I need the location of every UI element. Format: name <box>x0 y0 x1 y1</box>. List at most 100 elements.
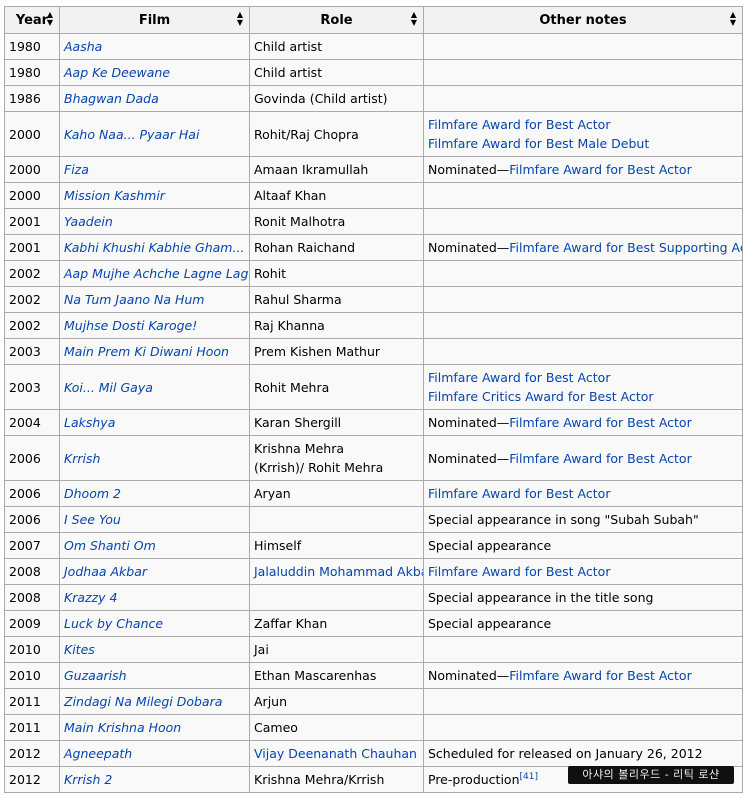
year-cell: 2012 <box>4 766 60 793</box>
notes-cell: Filmfare Award for Best Actor Filmfare Cr… <box>423 364 743 410</box>
film-link[interactable]: Na Tum Jaano Na Hum <box>64 292 204 307</box>
film-cell: I See You <box>59 506 250 533</box>
sort-icon[interactable]: ▲ ▼ <box>411 11 417 27</box>
note-link[interactable]: Filmfare Award for Best Actor <box>428 368 738 387</box>
sort-icon[interactable]: ▲ ▼ <box>47 11 53 27</box>
role-cell: Govinda (Child artist) <box>249 85 424 112</box>
table-row: 2003 Main Prem Ki Diwani Hoon Prem Kishen … <box>4 338 743 365</box>
film-link[interactable]: Kites <box>64 642 95 657</box>
role-cell: Zaffar Khan <box>249 610 424 637</box>
note-link[interactable]: Filmfare Award for Best Actor <box>509 415 691 430</box>
notes-cell <box>423 85 743 112</box>
film-link[interactable]: Yaadein <box>64 214 113 229</box>
note-link[interactable]: Filmfare Award for Best Actor <box>428 484 738 503</box>
note-link[interactable]: Filmfare Award for Best Actor <box>509 162 691 177</box>
sort-icon[interactable]: ▲ ▼ <box>730 11 736 27</box>
role-cell <box>249 506 424 533</box>
film-link[interactable]: Bhagwan Dada <box>64 91 159 106</box>
notes-cell: Special appearance <box>423 532 743 559</box>
film-link[interactable]: Agneepath <box>64 746 132 761</box>
film-link[interactable]: Om Shanti Om <box>64 538 156 553</box>
film-link[interactable]: Aasha <box>64 39 102 54</box>
role-cell: Jai <box>249 636 424 663</box>
film-cell: Koi... Mil Gaya <box>59 364 250 410</box>
note-link[interactable]: [41] <box>520 772 538 782</box>
film-link[interactable]: Krrish 2 <box>64 772 112 787</box>
table-row: 2008 Krazzy 4 Special appearance in the ti… <box>4 584 743 611</box>
film-link[interactable]: Kabhi Khushi Kabhie Gham... <box>64 240 244 255</box>
note-link[interactable]: Filmfare Critics Award for Best Actor <box>428 387 738 406</box>
film-link[interactable]: Fiza <box>64 162 89 177</box>
note-text: Special appearance <box>428 538 552 553</box>
filmography-table: Year ▲ ▼ Film ▲ ▼ Role ▲ ▼ Other notes ▲ ▼ 1980 A… <box>4 6 743 793</box>
role-text: Child artist <box>254 39 323 54</box>
year-cell: 2002 <box>4 312 60 339</box>
role-cell: Rahul Sharma <box>249 286 424 313</box>
film-link[interactable]: Krazzy 4 <box>64 590 117 605</box>
film-cell: Aasha <box>59 33 250 60</box>
table-row: 1986 Bhagwan Dada Govinda (Child artist) <box>4 85 743 112</box>
table-row: 2003 Koi... Mil Gaya Rohit Mehra Filmfare A… <box>4 364 743 410</box>
film-cell: Kites <box>59 636 250 663</box>
film-link[interactable]: I See You <box>64 512 121 527</box>
role-text: Krishna Mehra (Krrish)/ Rohit Mehra <box>254 441 384 475</box>
role-text: Amaan Ikramullah <box>254 162 369 177</box>
film-link[interactable]: Aap Mujhe Achche Lagne Lage <box>64 266 249 281</box>
film-link[interactable]: Dhoom 2 <box>64 486 121 501</box>
film-link[interactable]: Zindagi Na Milegi Dobara <box>64 694 222 709</box>
table-body: 1980 Aasha Child artist 1980 Aap Ke Deewane C… <box>4 33 743 793</box>
note-text: Special appearance in song "Subah Subah" <box>428 512 699 527</box>
notes-cell <box>423 33 743 60</box>
note-text: Nominated— <box>428 240 510 255</box>
note-link[interactable]: Filmfare Award for Best Actor <box>509 451 691 466</box>
role-link[interactable]: Jalaluddin Mohammad Akbar <box>254 564 423 579</box>
column-header-year[interactable]: Year ▲ ▼ <box>4 6 60 34</box>
note-link[interactable]: Filmfare Award for Best Actor <box>428 562 738 581</box>
table-row: 2002 Mujhse Dosti Karoge! Raj Khanna <box>4 312 743 339</box>
film-link[interactable]: Mujhse Dosti Karoge! <box>64 318 197 333</box>
film-link[interactable]: Luck by Chance <box>64 616 163 631</box>
year-cell: 2008 <box>4 584 60 611</box>
note-link[interactable]: Filmfare Award for Best Actor <box>509 668 691 683</box>
film-cell: Yaadein <box>59 208 250 235</box>
year-cell: 2006 <box>4 506 60 533</box>
column-header-film[interactable]: Film ▲ ▼ <box>59 6 250 34</box>
role-cell[interactable]: Jalaluddin Mohammad Akbar <box>249 558 424 585</box>
film-link[interactable]: Mission Kashmir <box>64 188 165 203</box>
film-link[interactable]: Aap Ke Deewane <box>64 65 170 80</box>
role-cell: Amaan Ikramullah <box>249 156 424 183</box>
note-link[interactable]: Filmfare Award for Best Male Debut <box>428 134 738 153</box>
film-link[interactable]: Main Prem Ki Diwani Hoon <box>64 344 229 359</box>
notes-cell: Special appearance <box>423 610 743 637</box>
column-header-other-notes[interactable]: Other notes ▲ ▼ <box>423 6 743 34</box>
film-link[interactable]: Kaho Naa... Pyaar Hai <box>64 127 199 142</box>
sort-icon[interactable]: ▲ ▼ <box>237 11 243 27</box>
role-text: Arjun <box>254 694 288 709</box>
film-link[interactable]: Krrish <box>64 451 100 466</box>
role-cell: Rohit <box>249 260 424 287</box>
notes-cell <box>423 338 743 365</box>
role-cell: Krishna Mehra (Krrish)/ Rohit Mehra <box>249 435 424 481</box>
year-cell: 2011 <box>4 688 60 715</box>
role-cell: Arjun <box>249 688 424 715</box>
role-text: Rohit Mehra <box>254 379 330 395</box>
film-link[interactable]: Main Krishna Hoon <box>64 720 181 735</box>
header-row: Year ▲ ▼ Film ▲ ▼ Role ▲ ▼ Other notes ▲ ▼ <box>4 6 743 34</box>
column-header-role[interactable]: Role ▲ ▼ <box>249 6 424 34</box>
film-link[interactable]: Jodhaa Akbar <box>64 564 147 579</box>
role-text: Cameo <box>254 720 298 735</box>
film-link[interactable]: Guzaarish <box>64 668 127 683</box>
table-row: 2010 Kites Jai <box>4 636 743 663</box>
role-link[interactable]: Vijay Deenanath Chauhan <box>254 746 417 761</box>
notes-cell: Nominated—Filmfare Award for Best Actor <box>423 409 743 436</box>
film-cell: Lakshya <box>59 409 250 436</box>
note-link[interactable]: Filmfare Award for Best Actor <box>428 115 738 134</box>
role-cell: Ethan Mascarenhas <box>249 662 424 689</box>
note-link[interactable]: Filmfare Award for Best Supporting Actor <box>509 240 741 255</box>
role-cell[interactable]: Vijay Deenanath Chauhan <box>249 740 424 767</box>
film-link[interactable]: Lakshya <box>64 415 115 430</box>
film-link[interactable]: Koi... Mil Gaya <box>64 380 153 395</box>
note-text: Special appearance in the title song <box>428 590 654 605</box>
notes-cell <box>423 59 743 86</box>
role-cell: Himself <box>249 532 424 559</box>
